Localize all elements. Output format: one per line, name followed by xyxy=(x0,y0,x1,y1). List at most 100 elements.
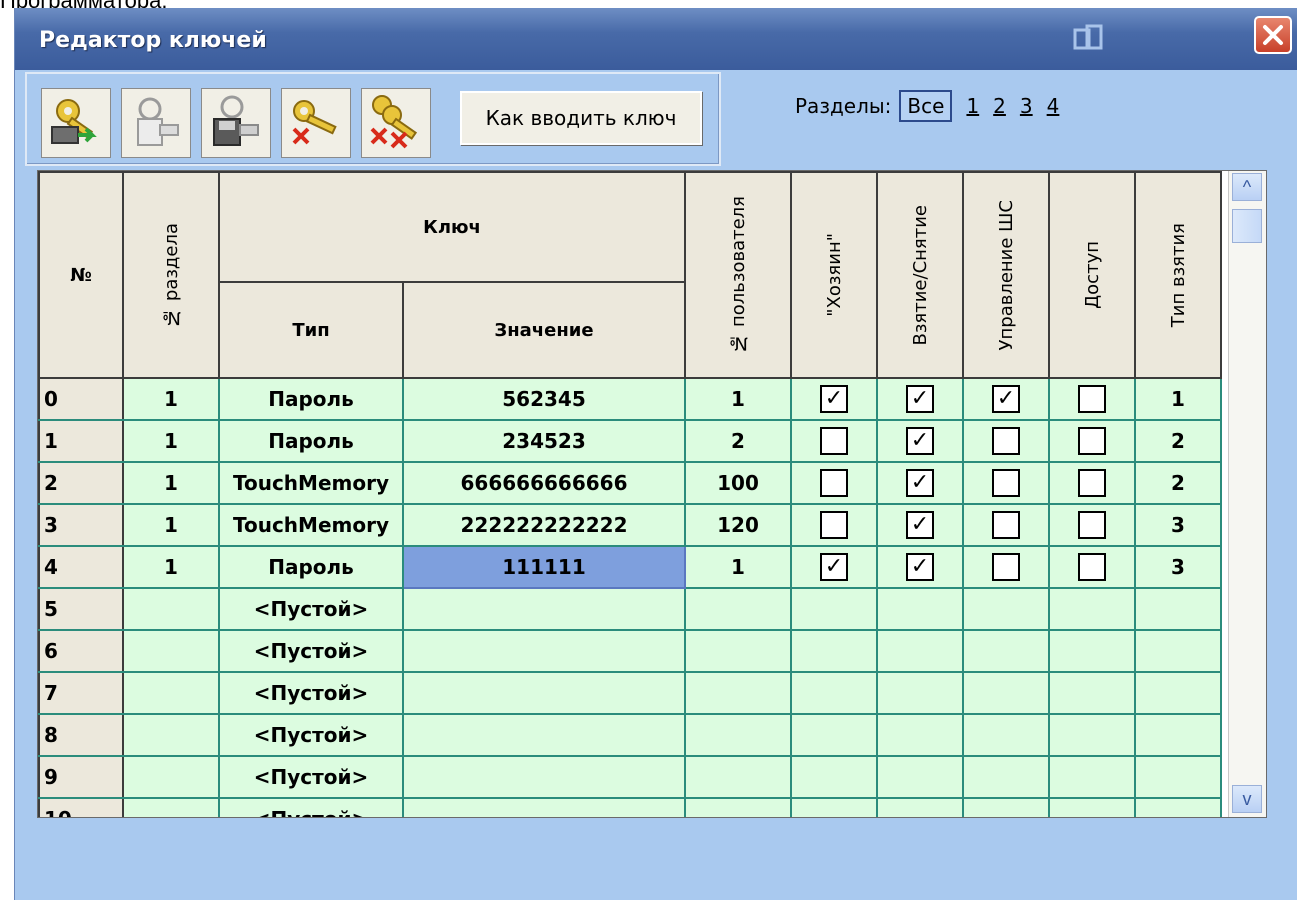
cell-arm[interactable]: ✓ xyxy=(876,377,965,421)
cell-n[interactable]: 9 xyxy=(38,755,124,799)
cell-control[interactable] xyxy=(962,587,1051,631)
cell-value[interactable] xyxy=(401,671,687,715)
cell-user[interactable] xyxy=(684,713,793,757)
cell-owner[interactable]: ✓ xyxy=(790,545,879,589)
cell-access[interactable] xyxy=(1048,503,1137,547)
header-owner[interactable]: "Хозяин" xyxy=(790,171,879,379)
delete-all-keys-button[interactable] xyxy=(361,88,431,158)
table-row[interactable]: 9 <Пустой> xyxy=(38,755,1250,799)
header-arm-type[interactable]: Тип взятия xyxy=(1134,171,1223,379)
cell-arm-type[interactable]: 3 xyxy=(1134,503,1223,547)
cell-n[interactable]: 7 xyxy=(38,671,124,715)
cell-n[interactable]: 3 xyxy=(38,503,124,547)
checked-checkbox[interactable]: ✓ xyxy=(906,469,935,497)
cell-user[interactable]: 1 xyxy=(684,377,793,421)
cell-value[interactable] xyxy=(401,797,687,817)
unchecked-checkbox[interactable] xyxy=(992,427,1021,455)
unchecked-checkbox[interactable] xyxy=(820,427,849,455)
header-control[interactable]: Управление ШС xyxy=(962,171,1051,379)
vertical-scrollbar[interactable]: ^ v xyxy=(1228,171,1266,817)
title-bar[interactable]: Редактор ключей xyxy=(15,8,1297,70)
cell-n[interactable]: 8 xyxy=(38,713,124,757)
section-3-link[interactable]: 3 xyxy=(1020,94,1033,118)
cell-section[interactable]: 1 xyxy=(122,503,220,547)
cell-n[interactable]: 4 xyxy=(38,545,124,589)
header-key[interactable]: Ключ xyxy=(217,171,687,283)
cell-value[interactable]: 111111 xyxy=(401,545,687,589)
cell-owner[interactable]: ✓ xyxy=(790,377,879,421)
cell-arm[interactable]: ✓ xyxy=(876,545,965,589)
checked-checkbox[interactable]: ✓ xyxy=(820,385,849,413)
cell-value[interactable] xyxy=(401,713,687,757)
section-all-tab[interactable]: Все xyxy=(899,90,953,122)
section-1-link[interactable]: 1 xyxy=(966,94,979,118)
cell-user[interactable]: 120 xyxy=(684,503,793,547)
cell-type[interactable]: TouchMemory xyxy=(218,503,404,547)
cell-arm[interactable] xyxy=(876,671,965,715)
header-number[interactable]: № xyxy=(38,171,124,379)
cell-control[interactable] xyxy=(962,419,1051,463)
cell-type[interactable]: <Пустой> xyxy=(218,713,404,757)
table-row[interactable]: 6 <Пустой> xyxy=(38,629,1250,673)
cell-arm[interactable] xyxy=(876,587,965,631)
read-key-button[interactable] xyxy=(121,88,191,158)
cell-access[interactable] xyxy=(1048,797,1137,817)
cell-arm-type[interactable]: 1 xyxy=(1134,377,1223,421)
cell-value[interactable] xyxy=(401,587,687,631)
table-row[interactable]: 0 1 Пароль 562345 1 ✓ ✓ ✓ 1 xyxy=(38,377,1250,421)
restore-button[interactable] xyxy=(1073,24,1113,54)
cell-arm-type[interactable] xyxy=(1134,713,1223,757)
cell-arm-type[interactable] xyxy=(1134,797,1223,817)
cell-access[interactable] xyxy=(1048,545,1137,589)
cell-section[interactable]: 1 xyxy=(122,377,220,421)
header-section[interactable]: № раздела xyxy=(122,171,220,379)
cell-section[interactable]: 1 xyxy=(122,419,220,463)
cell-section[interactable]: 1 xyxy=(122,461,220,505)
cell-arm[interactable] xyxy=(876,713,965,757)
section-2-link[interactable]: 2 xyxy=(993,94,1006,118)
cell-arm-type[interactable] xyxy=(1134,755,1223,799)
cell-type[interactable]: <Пустой> xyxy=(218,629,404,673)
cell-control[interactable] xyxy=(962,545,1051,589)
cell-owner[interactable] xyxy=(790,461,879,505)
cell-user[interactable]: 2 xyxy=(684,419,793,463)
checked-checkbox[interactable]: ✓ xyxy=(992,385,1021,413)
scroll-down-button[interactable]: v xyxy=(1232,785,1262,813)
cell-arm[interactable]: ✓ xyxy=(876,503,965,547)
cell-user[interactable] xyxy=(684,755,793,799)
cell-type[interactable]: Пароль xyxy=(218,377,404,421)
cell-n[interactable]: 2 xyxy=(38,461,124,505)
cell-value[interactable] xyxy=(401,629,687,673)
checked-checkbox[interactable]: ✓ xyxy=(906,553,935,581)
header-arm[interactable]: Взятие/Снятие xyxy=(876,171,965,379)
cell-type[interactable]: <Пустой> xyxy=(218,755,404,799)
cell-value[interactable]: 222222222222 xyxy=(401,503,687,547)
cell-type[interactable]: <Пустой> xyxy=(218,587,404,631)
cell-section[interactable] xyxy=(122,797,220,817)
cell-section[interactable] xyxy=(122,587,220,631)
add-key-button[interactable] xyxy=(41,88,111,158)
header-access[interactable]: Доступ xyxy=(1048,171,1137,379)
table-row[interactable]: 7 <Пустой> xyxy=(38,671,1250,715)
cell-section[interactable] xyxy=(122,629,220,673)
unchecked-checkbox[interactable] xyxy=(1078,553,1107,581)
header-type[interactable]: Тип xyxy=(218,281,404,379)
header-value[interactable]: Значение xyxy=(401,281,687,379)
close-button[interactable] xyxy=(1254,16,1292,54)
cell-n[interactable]: 0 xyxy=(38,377,124,421)
cell-access[interactable] xyxy=(1048,461,1137,505)
table-row[interactable]: 2 1 TouchMemory 666666666666 100 ✓ 2 xyxy=(38,461,1250,505)
cell-control[interactable] xyxy=(962,629,1051,673)
cell-user[interactable] xyxy=(684,797,793,817)
how-to-enter-key-button[interactable]: Как вводить ключ xyxy=(460,91,702,145)
cell-access[interactable] xyxy=(1048,419,1137,463)
cell-owner[interactable] xyxy=(790,797,879,817)
cell-owner[interactable] xyxy=(790,419,879,463)
section-4-link[interactable]: 4 xyxy=(1047,94,1060,118)
cell-value[interactable]: 666666666666 xyxy=(401,461,687,505)
cell-n[interactable]: 5 xyxy=(38,587,124,631)
unchecked-checkbox[interactable] xyxy=(992,511,1021,539)
cell-arm-type[interactable] xyxy=(1134,671,1223,715)
cell-arm[interactable] xyxy=(876,797,965,817)
cell-control[interactable] xyxy=(962,671,1051,715)
